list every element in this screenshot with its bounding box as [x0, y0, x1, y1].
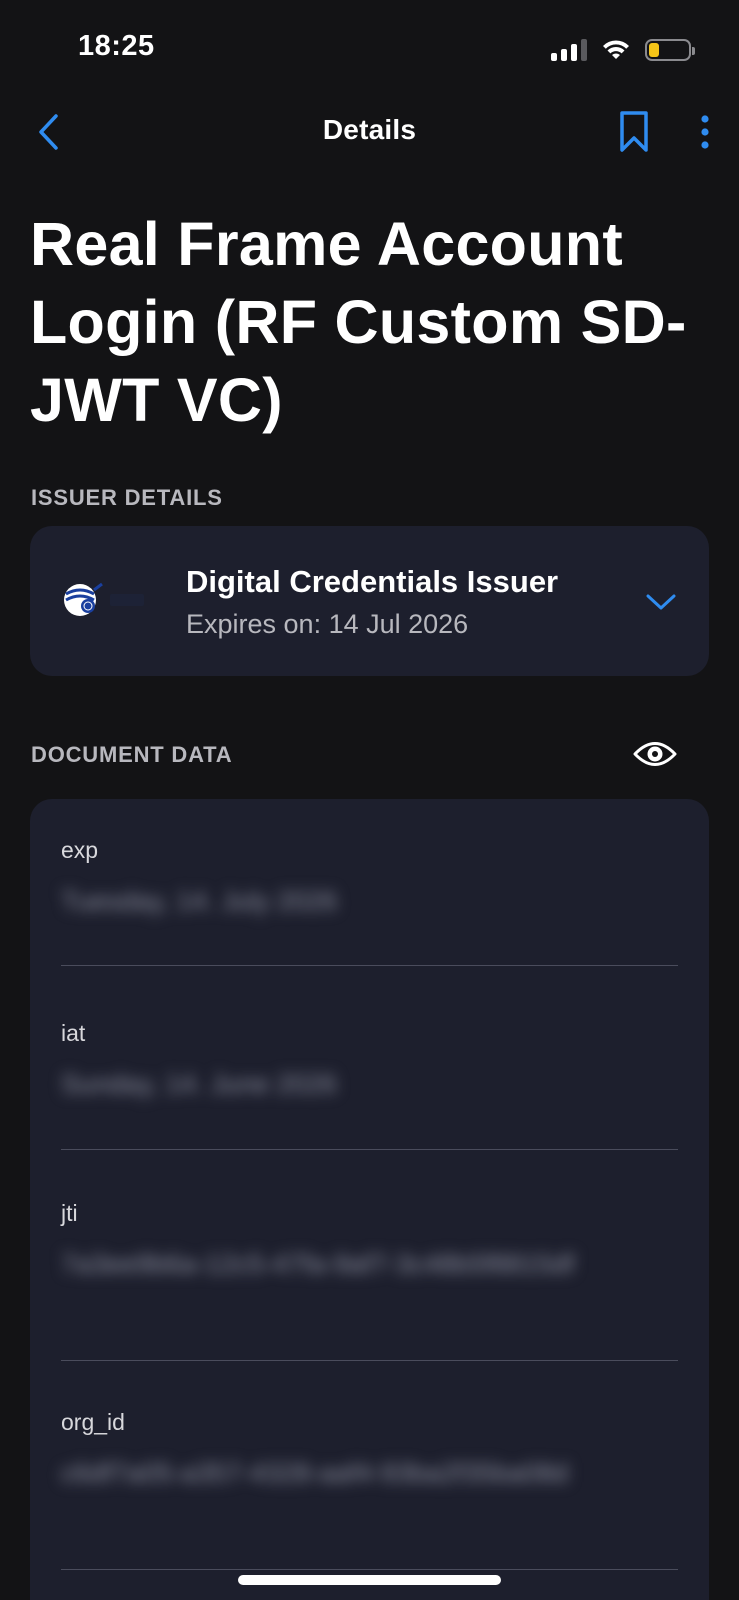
home-indicator[interactable] [238, 1575, 501, 1585]
field-label: jti [61, 1200, 78, 1226]
field-label: org_id [61, 1409, 125, 1435]
page-title: Real Frame Account Login (RF Custom SD-J… [30, 210, 687, 434]
chevron-down-icon [646, 594, 676, 610]
document-section-label: DOCUMENT DATA [31, 742, 233, 767]
document-data-card: exp Tuesday, 14. July 2026 iat Sunday, 1… [30, 799, 709, 1600]
battery-icon [645, 39, 695, 61]
field-exp: exp Tuesday, 14. July 2026 [61, 837, 678, 924]
bookmark-icon [620, 111, 648, 152]
field-label: iat [61, 1020, 86, 1046]
eye-icon [633, 742, 677, 766]
field-jti: jti 7a3ee9b6a-12c5-47fa-9af7-3c48b5f8815… [61, 1200, 678, 1287]
issuer-expiry: Expires on: 14 Jul 2026 [186, 609, 469, 639]
field-org-id: org_id c6df7a05-a357-4328-aaf4-93ba2f35b… [61, 1409, 678, 1496]
bookmark-button[interactable] [614, 108, 654, 156]
status-bar: 18:25 [0, 0, 739, 100]
navigation-bar: Details [0, 100, 739, 166]
divider [61, 1360, 678, 1361]
divider [61, 1569, 678, 1570]
more-options-button[interactable] [690, 110, 720, 154]
toggle-visibility-button[interactable] [630, 734, 680, 774]
issuer-logo [64, 582, 144, 616]
status-time: 18:25 [78, 30, 155, 62]
field-iat: iat Sunday, 14. June 2026 [61, 1020, 678, 1107]
issuer-section-label: ISSUER DETAILS [31, 485, 223, 510]
divider [61, 1149, 678, 1150]
field-value: 7a3ee9b6a-12c5-47fa-9af7-3c48b5f8815df [61, 1249, 575, 1279]
cellular-signal-icon [551, 39, 587, 61]
field-value: Tuesday, 14. July 2026 [61, 886, 338, 916]
field-label: exp [61, 837, 99, 863]
issuer-name: Digital Credentials Issuer [186, 564, 559, 599]
more-vertical-icon [701, 115, 709, 149]
field-value: c6df7a05-a357-4328-aaf4-93ba2f35ba08d [61, 1458, 569, 1488]
status-icons [551, 35, 695, 65]
field-value: Sunday, 14. June 2026 [61, 1069, 337, 1099]
issuer-card[interactable]: Digital Credentials Issuer Expires on: 1… [30, 526, 709, 676]
divider [61, 965, 678, 966]
issuer-expand-button[interactable] [641, 582, 681, 622]
wifi-icon [603, 40, 629, 59]
